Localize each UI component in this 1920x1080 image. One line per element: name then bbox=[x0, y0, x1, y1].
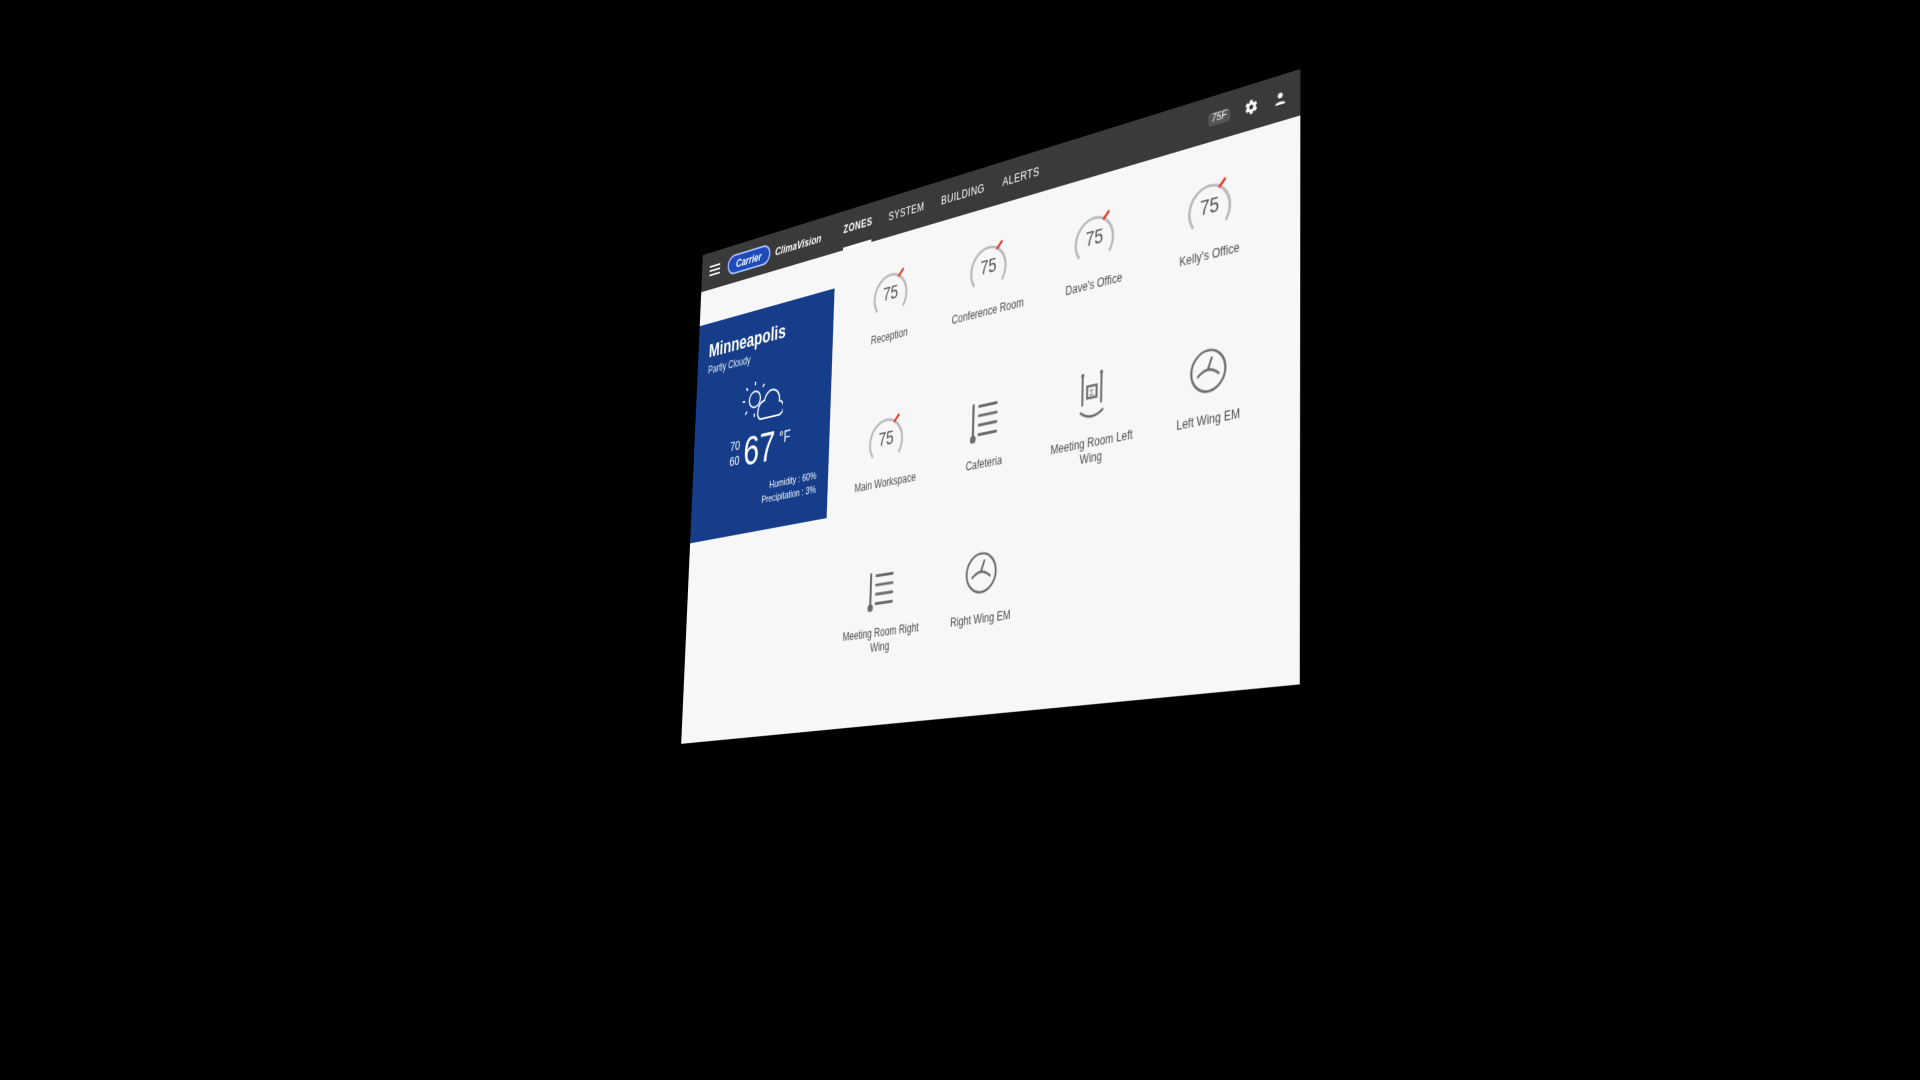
zone-label: Conference Room bbox=[952, 295, 1024, 328]
brand-pill: Carrier bbox=[727, 243, 770, 276]
zone-label: Meeting Room Right Wing bbox=[838, 620, 922, 660]
zone-temp: 75 bbox=[869, 259, 913, 328]
app-panel: Carrier ClimaVision ZONES SYSTEM BUILDIN… bbox=[681, 69, 1300, 744]
zone-tile[interactable]: 75Reception bbox=[844, 247, 937, 400]
weather-low: 60 bbox=[729, 453, 740, 470]
meter-icon bbox=[957, 538, 1005, 607]
zone-tile[interactable]: Meeting Room Right Wing bbox=[834, 545, 929, 693]
settings-icon[interactable] bbox=[1244, 97, 1258, 118]
svg-text:Σ: Σ bbox=[1089, 386, 1094, 398]
zone-label: Reception bbox=[871, 325, 908, 348]
zone-tile[interactable]: Σ Meeting Room Left Wing bbox=[1038, 346, 1146, 510]
weather-unit: °F bbox=[779, 426, 791, 447]
zone-tile[interactable]: 75Conference Room bbox=[939, 218, 1038, 378]
zone-temp: 75 bbox=[1182, 167, 1236, 246]
user-icon[interactable] bbox=[1273, 88, 1288, 109]
vent-icon bbox=[961, 383, 1009, 454]
zone-tile[interactable]: 75Main Workspace bbox=[839, 394, 933, 545]
zone-label: Main Workspace bbox=[854, 470, 916, 496]
vent-icon bbox=[859, 555, 904, 621]
zone-tile[interactable]: Left Wing EM bbox=[1151, 318, 1267, 490]
sensor-icon: Σ bbox=[1066, 358, 1117, 432]
zone-tile[interactable]: Right Wing EM bbox=[930, 528, 1031, 682]
brand-name: ClimaVision bbox=[775, 231, 822, 258]
temperature-gauge-icon: 75 bbox=[869, 259, 913, 328]
zone-tile[interactable]: Cafeteria bbox=[935, 371, 1035, 528]
zone-temp: 75 bbox=[1069, 201, 1120, 276]
zone-label: Meeting Room Left Wing bbox=[1043, 426, 1141, 476]
weather-temp: 67 bbox=[743, 424, 776, 472]
zone-tile[interactable]: 75Kelly's Office bbox=[1153, 152, 1268, 327]
header-badge: 75F bbox=[1208, 107, 1230, 127]
temperature-gauge-icon: 75 bbox=[1182, 167, 1236, 246]
temperature-gauge-icon: 75 bbox=[1069, 201, 1120, 276]
zone-label: Cafeteria bbox=[965, 453, 1002, 475]
weather-card: Minneapolis Partly Cloudy bbox=[690, 288, 835, 543]
temperature-gauge-icon: 75 bbox=[864, 405, 908, 473]
zone-temp: 75 bbox=[965, 231, 1012, 303]
zone-label: Right Wing EM bbox=[950, 608, 1011, 631]
temperature-gauge-icon: 75 bbox=[965, 231, 1012, 303]
zone-label: Left Wing EM bbox=[1176, 406, 1240, 434]
zone-tile[interactable]: 75Dave's Office bbox=[1041, 187, 1147, 354]
zone-temp: 75 bbox=[864, 405, 908, 473]
meter-icon bbox=[1181, 332, 1236, 409]
